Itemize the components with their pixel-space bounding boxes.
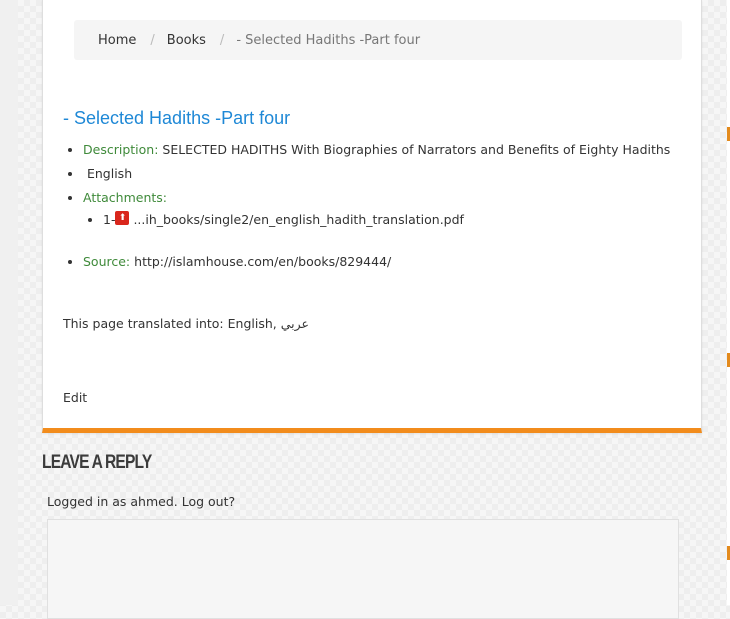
breadcrumb-books[interactable]: Books (167, 33, 206, 48)
source-link[interactable]: http://islamhouse.com/en/books/829444/ (134, 254, 391, 269)
breadcrumb-separator: / (150, 32, 155, 48)
attachment-link[interactable]: ...ih_books/single2/en_english_hadith_tr… (133, 212, 464, 227)
language-value: English (86, 166, 133, 181)
logged-in-line: Logged in as ahmed. Log out? (47, 494, 236, 509)
post-card: Home / Books / - Selected Hadiths -Part … (42, 0, 702, 433)
source-label: Source: (83, 254, 131, 269)
translation-english-link[interactable]: English, (228, 316, 277, 331)
logged-in-prefix: Logged in as (47, 494, 127, 509)
breadcrumb-home[interactable]: Home (98, 33, 136, 48)
breadcrumb-separator: / (219, 32, 225, 48)
edit-link[interactable]: Edit (63, 390, 87, 405)
translated-prefix: This page translated into: (63, 316, 224, 331)
attachments-list: 1-⬆ ...ih_books/single2/en_english_hadit… (83, 210, 670, 230)
pdf-icon: ⬆ (115, 211, 130, 225)
comment-textarea[interactable] (47, 519, 679, 619)
left-background-strip (0, 0, 18, 605)
user-link[interactable]: ahmed (130, 494, 173, 509)
logout-link[interactable]: Log out? (182, 494, 235, 509)
leave-reply-heading: Leave a Reply (42, 452, 152, 473)
breadcrumb: Home / Books / - Selected Hadiths -Part … (74, 20, 682, 60)
description-label: Description: (83, 142, 159, 157)
post-title: - Selected Hadiths -Part four (63, 108, 291, 128)
description-value: SELECTED HADITHS With Biographies of Nar… (162, 142, 671, 157)
translation-arabic-link[interactable]: عربي (281, 316, 309, 331)
attachment-index: 1- (103, 212, 116, 227)
attachments-label: Attachments: (83, 190, 168, 205)
translations-line: This page translated into: English, عربي (63, 316, 309, 331)
post-meta-list: Description: SELECTED HADITHS With Biogr… (63, 138, 670, 274)
description-item: Description: SELECTED HADITHS With Biogr… (83, 138, 670, 162)
attachments-item: Attachments: 1-⬆ ...ih_books/single2/en_… (83, 186, 670, 230)
source-item: Source: http://islamhouse.com/en/books/8… (83, 250, 670, 274)
language-item: English (83, 162, 670, 186)
attachment-item: 1-⬆ ...ih_books/single2/en_english_hadit… (103, 210, 670, 230)
breadcrumb-current: - Selected Hadiths -Part four (236, 32, 421, 48)
